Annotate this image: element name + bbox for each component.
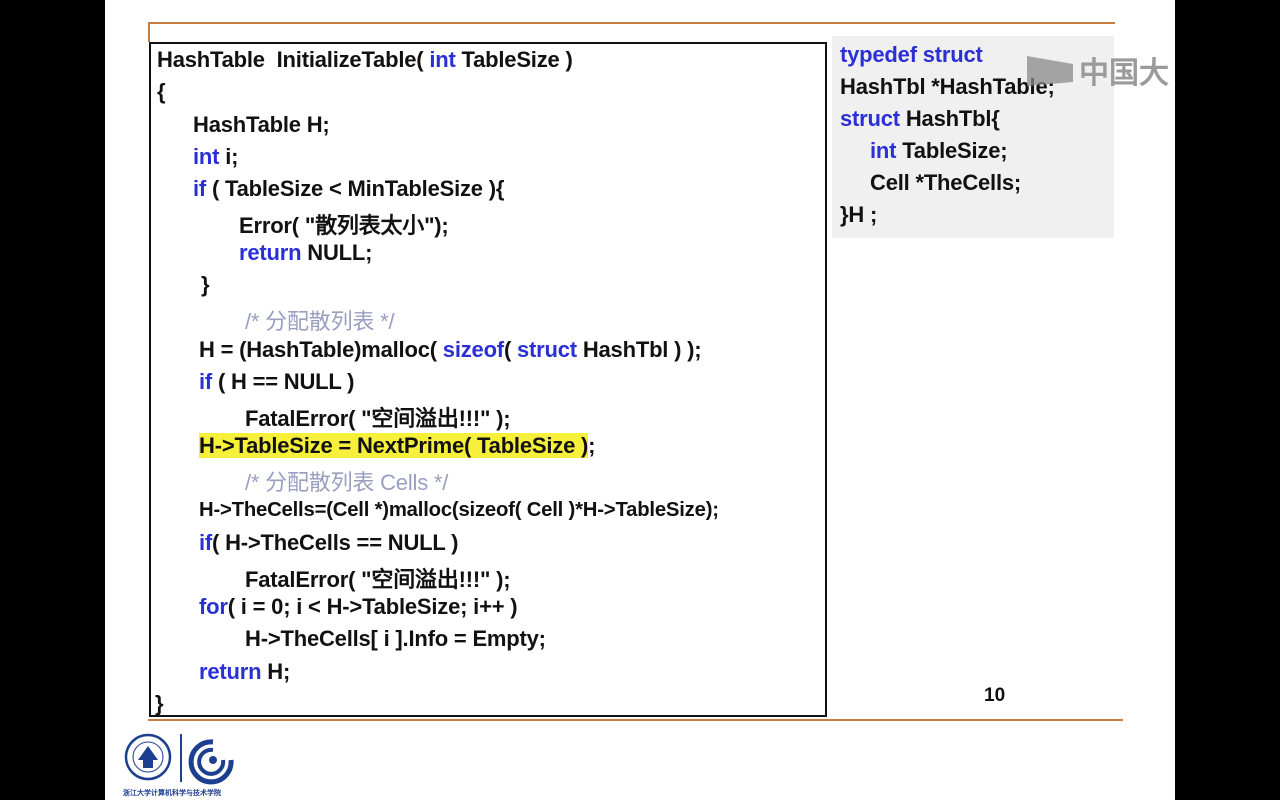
footer-caption: 浙江大学计算机科学与技术学院 — [123, 790, 221, 797]
code-line: struct HashTbl{ — [840, 106, 1000, 132]
watermark-text: 中国大 — [1079, 57, 1169, 90]
code-line: for( i = 0; i < H->TableSize; i++ ) — [199, 594, 518, 620]
code-text: } — [155, 691, 164, 716]
watermark-logo: 中国大 — [1025, 50, 1175, 90]
code-line: int TableSize; — [870, 138, 1008, 164]
code-text: }H ; — [840, 202, 878, 227]
code-line: H->TableSize = NextPrime( TableSize ); — [199, 433, 595, 459]
code-text: TableSize; — [896, 138, 1008, 163]
code-line: H->TheCells[ i ].Info = Empty; — [245, 626, 546, 652]
code-text: Error( "散列表太小"); — [239, 213, 449, 238]
code-keyword: typedef struct — [840, 42, 983, 67]
code-line: if( H->TheCells == NULL ) — [199, 530, 458, 556]
code-line: H = (HashTable)malloc( sizeof( struct Ha… — [199, 337, 702, 363]
code-text: ( H->TheCells == NULL ) — [212, 530, 459, 555]
code-line: HashTable InitializeTable( int TableSize… — [157, 47, 573, 73]
code-line: int i; — [193, 144, 238, 170]
page-number: 10 — [984, 685, 1006, 706]
top-rule-left-tick — [148, 22, 150, 42]
code-line: Error( "散列表太小"); — [239, 208, 449, 240]
code-line: HashTbl *HashTable; — [840, 74, 1055, 100]
code-line: FatalError( "空间溢出!!!" ); — [245, 401, 511, 433]
code-keyword: int — [429, 47, 456, 72]
code-text: HashTable H; — [193, 112, 330, 137]
code-text: HashTbl ) ); — [576, 337, 702, 362]
code-line: } — [155, 691, 164, 717]
code-keyword: int — [193, 144, 220, 169]
code-text: H->TheCells[ i ].Info = Empty; — [245, 626, 546, 651]
university-logo: 浙江大学计算机科学与技术学院 — [123, 730, 251, 798]
code-text: ( — [503, 337, 517, 362]
code-text: ( i = 0; i < H->TableSize; i++ ) — [227, 594, 518, 619]
code-text: H->TheCells=(Cell *)malloc(sizeof( Cell … — [199, 499, 719, 521]
code-line: if ( TableSize < MinTableSize ){ — [193, 176, 504, 202]
code-line: H->TheCells=(Cell *)malloc(sizeof( Cell … — [199, 499, 719, 522]
slide: HashTable InitializeTable( int TableSize… — [105, 0, 1175, 800]
code-text: } — [201, 272, 210, 297]
code-line: }H ; — [840, 202, 877, 228]
code-text: HashTbl{ — [899, 106, 1000, 131]
code-text: TableSize ) — [455, 47, 573, 72]
code-line: return H; — [199, 659, 290, 685]
code-box: HashTable InitializeTable( int TableSize… — [149, 42, 827, 717]
code-line: HashTable H; — [193, 112, 330, 138]
code-line: Cell *TheCells; — [870, 170, 1021, 196]
code-keyword: for — [199, 594, 228, 619]
code-text: HashTable InitializeTable( — [157, 47, 430, 72]
code-text: i; — [219, 144, 239, 169]
code-text: H = (HashTable)malloc( — [199, 337, 443, 362]
code-text: FatalError( "空间溢出!!!" ); — [245, 567, 511, 592]
code-text: NULL; — [301, 240, 373, 265]
code-keyword: int — [870, 138, 897, 163]
code-line: if ( H == NULL ) — [199, 369, 355, 395]
code-keyword: return — [199, 659, 262, 684]
code-line: } — [201, 272, 210, 298]
code-keyword: return — [239, 240, 302, 265]
code-line: return NULL; — [239, 240, 372, 266]
code-keyword: struct — [840, 106, 900, 131]
code-line: /* 分配散列表 Cells */ — [245, 465, 448, 497]
code-keyword: if — [193, 176, 207, 201]
code-line: FatalError( "空间溢出!!!" ); — [245, 562, 511, 594]
highlighted-code: H->TableSize = NextPrime( TableSize ) — [199, 433, 589, 458]
code-keyword: struct — [516, 337, 577, 362]
code-line: { — [157, 79, 166, 105]
code-text: ( H == NULL ) — [212, 369, 355, 394]
code-line: typedef struct — [840, 42, 983, 68]
bottom-rule — [148, 719, 1123, 721]
code-text: HashTbl *HashTable; — [840, 74, 1055, 99]
code-comment: /* 分配散列表 */ — [245, 309, 395, 334]
top-rule — [148, 22, 1115, 24]
code-line: /* 分配散列表 */ — [245, 304, 395, 336]
code-text: Cell *TheCells; — [870, 170, 1022, 195]
code-text: ( TableSize < MinTableSize ){ — [206, 176, 505, 201]
code-text: FatalError( "空间溢出!!!" ); — [245, 406, 511, 431]
code-keyword: if — [199, 369, 213, 394]
code-keyword: sizeof — [442, 337, 504, 362]
watermark-shape-icon — [1027, 56, 1073, 86]
code-comment: /* 分配散列表 Cells */ — [245, 470, 449, 495]
code-text: ; — [588, 433, 596, 458]
code-text: H; — [261, 659, 291, 684]
code-keyword: if — [199, 530, 213, 555]
code-text: { — [157, 79, 166, 104]
